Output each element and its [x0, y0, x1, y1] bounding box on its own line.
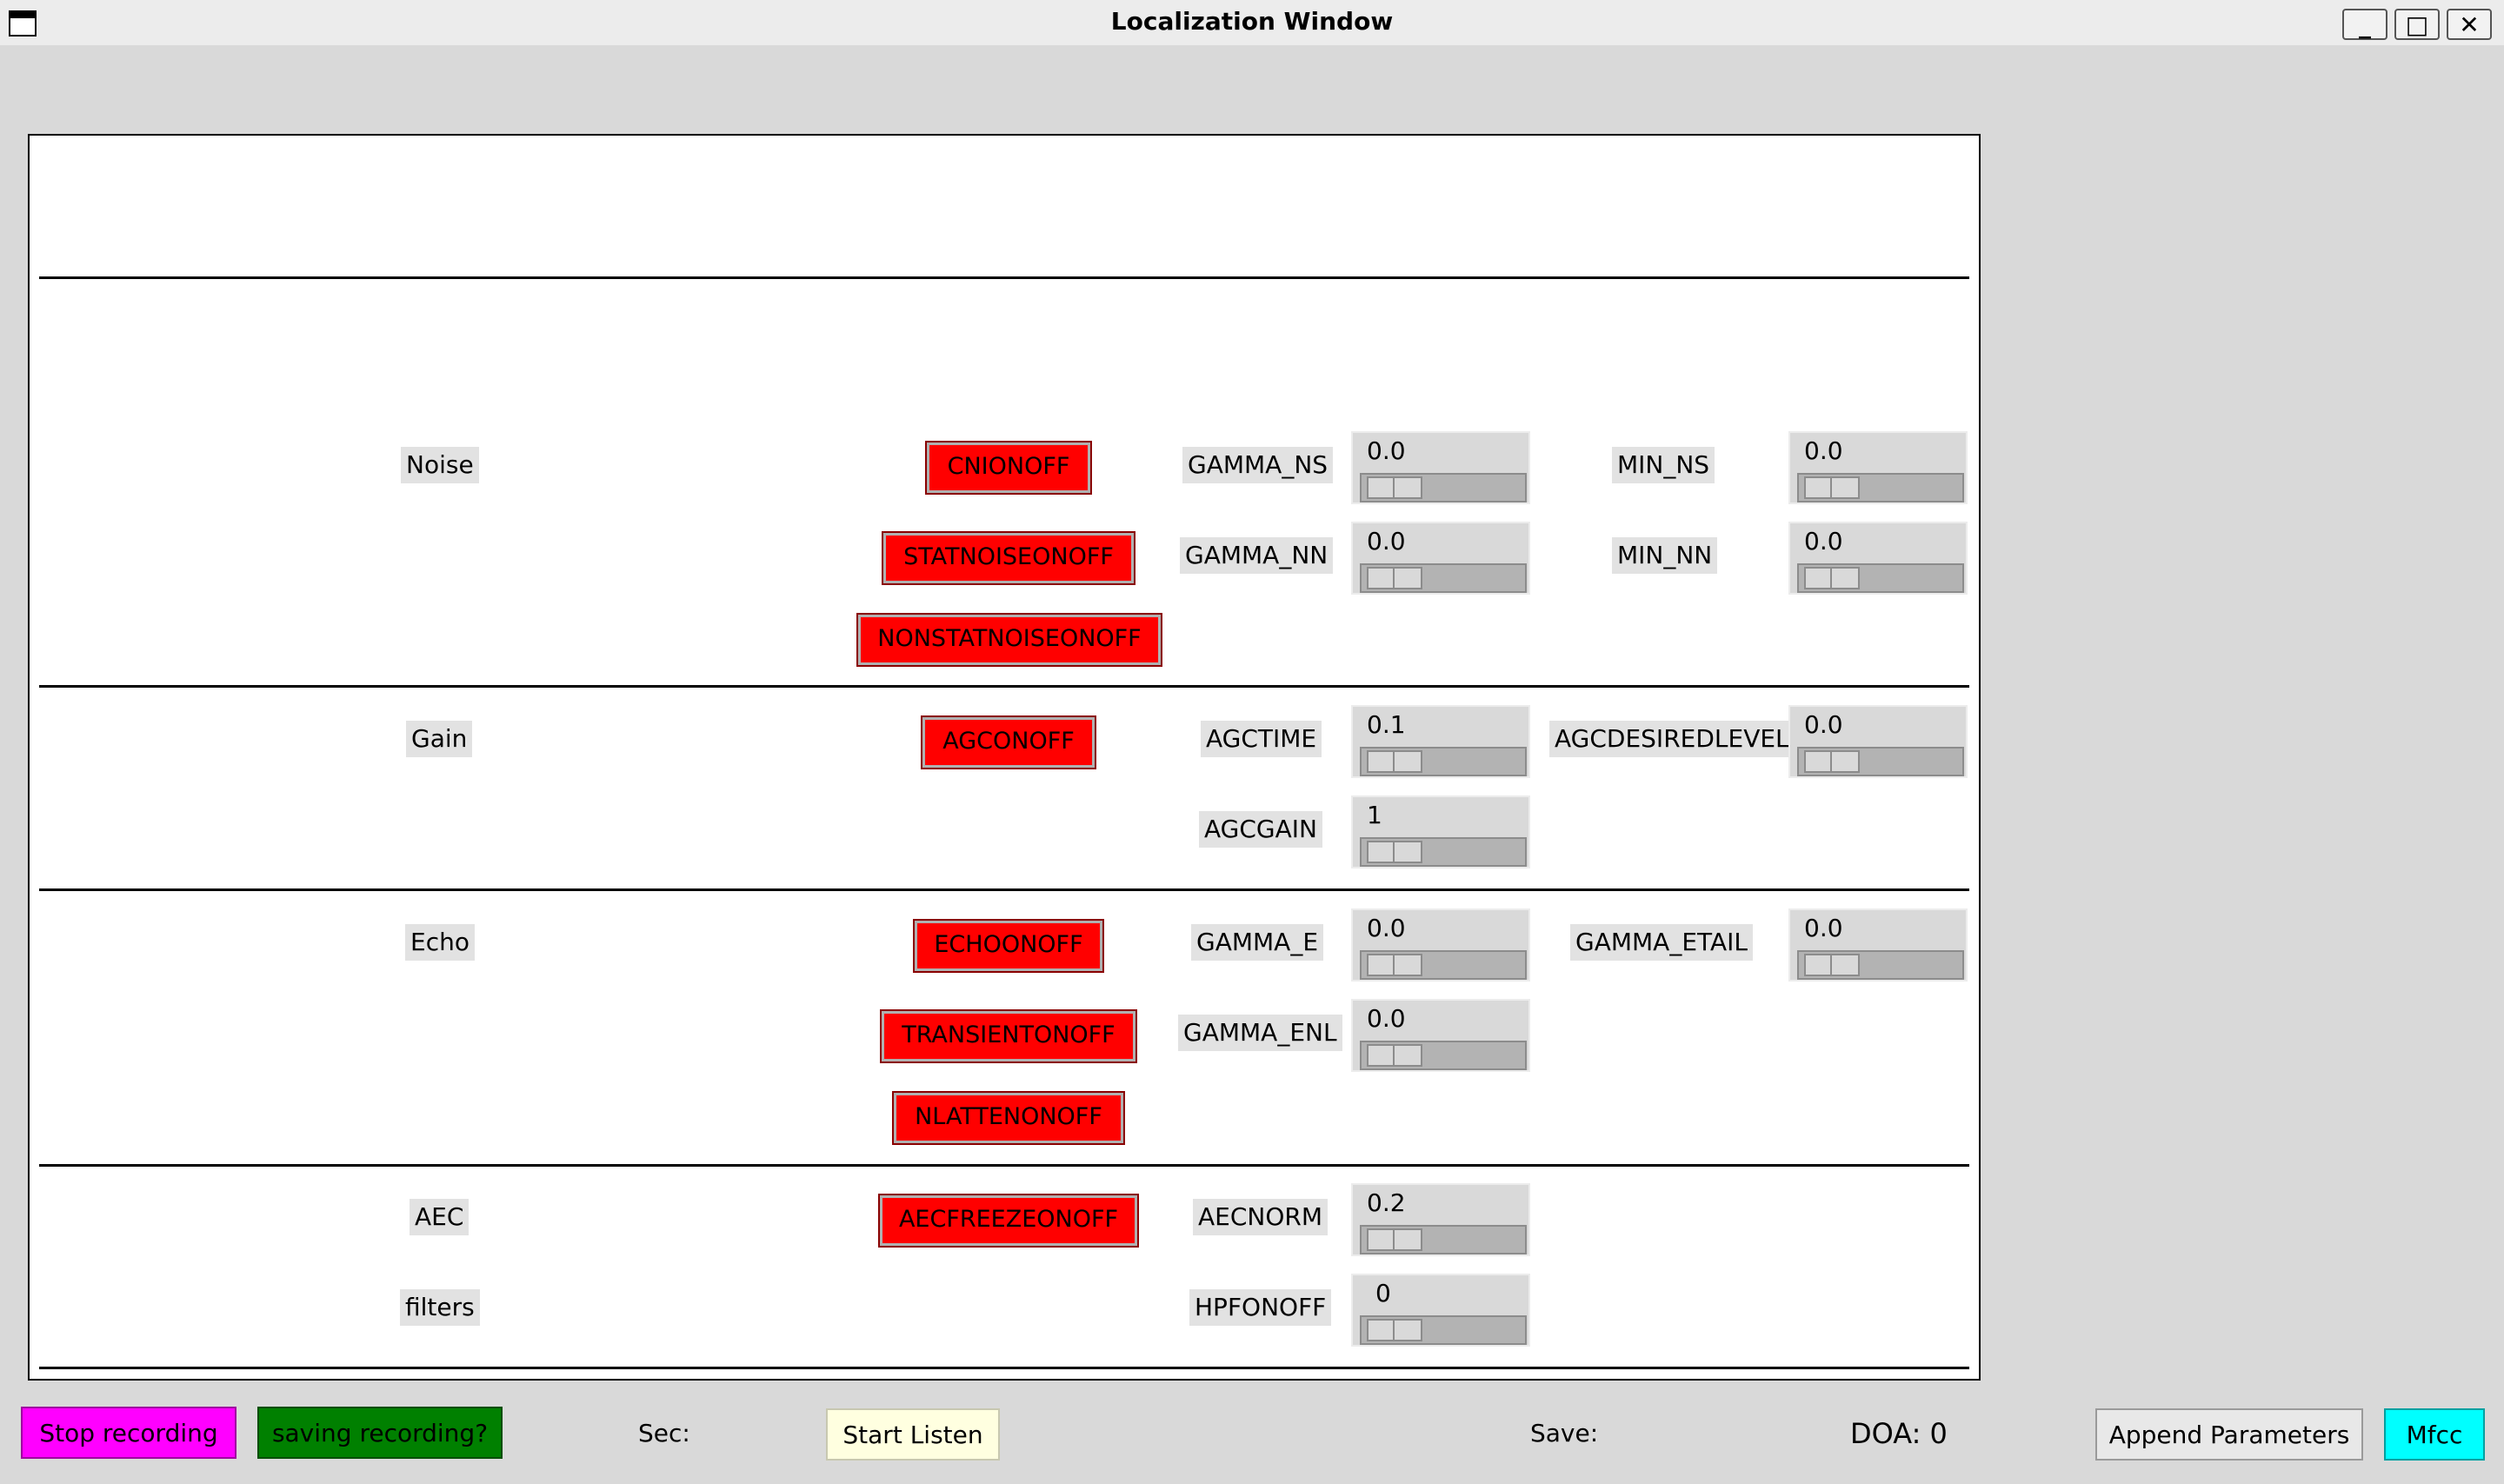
window-title: Localization Window: [1110, 7, 1394, 36]
slider-trough[interactable]: [1360, 563, 1527, 593]
slider-trough[interactable]: [1360, 1041, 1527, 1070]
aecnorm-label: AECNORM: [1193, 1199, 1328, 1235]
slider-trough[interactable]: [1797, 563, 1964, 593]
agcdesiredlevel-slider[interactable]: 0.0: [1788, 705, 1968, 778]
slider-trough[interactable]: [1360, 473, 1527, 502]
agconoff-button[interactable]: AGCONOFF: [921, 715, 1096, 769]
aecnorm-slider[interactable]: 0.2: [1351, 1183, 1530, 1256]
mfcc-button[interactable]: Mfcc: [2384, 1408, 2485, 1461]
hpfonoff-slider[interactable]: 0: [1351, 1274, 1530, 1347]
section-label-gain: Gain: [406, 721, 473, 757]
slider-trough[interactable]: [1360, 837, 1527, 867]
saving-recording-button[interactable]: saving recording?: [257, 1407, 503, 1459]
slider-handle[interactable]: [1367, 1319, 1422, 1341]
gamma-e-value: 0.0: [1367, 914, 1406, 942]
slider-handle[interactable]: [1804, 476, 1860, 499]
min-ns-slider[interactable]: 0.0: [1788, 431, 1968, 504]
agctime-slider[interactable]: 0.1: [1351, 705, 1530, 778]
gamma-enl-slider[interactable]: 0.0: [1351, 999, 1530, 1072]
slider-handle[interactable]: [1804, 567, 1860, 589]
append-parameters-button[interactable]: Append Parameters: [2095, 1408, 2363, 1461]
cnionoff-button[interactable]: CNIONOFF: [925, 441, 1092, 495]
statnoiseonoff-button[interactable]: STATNOISEONOFF: [882, 531, 1135, 585]
stop-recording-button[interactable]: Stop recording: [21, 1407, 236, 1459]
agcgain-slider[interactable]: 1: [1351, 795, 1530, 868]
slider-handle[interactable]: [1367, 1228, 1422, 1251]
min-nn-value: 0.0: [1804, 527, 1843, 556]
slider-trough[interactable]: [1360, 1225, 1527, 1254]
agcgain-value: 1: [1367, 801, 1382, 829]
divider: [39, 685, 1969, 688]
gamma-etail-value: 0.0: [1804, 914, 1843, 942]
echoonoff-button[interactable]: ECHOONOFF: [913, 919, 1104, 973]
slider-handle[interactable]: [1804, 954, 1860, 976]
min-ns-value: 0.0: [1804, 436, 1843, 465]
min-nn-label: MIN_NN: [1612, 537, 1718, 574]
gamma-ns-value: 0.0: [1367, 436, 1406, 465]
gamma-etail-slider[interactable]: 0.0: [1788, 908, 1968, 982]
close-button[interactable]: ✕: [2447, 9, 2492, 40]
gamma-nn-value: 0.0: [1367, 527, 1406, 556]
agcdesiredlevel-value: 0.0: [1804, 710, 1843, 739]
gamma-etail-label: GAMMA_ETAIL: [1570, 924, 1753, 961]
slider-handle[interactable]: [1804, 750, 1860, 773]
gamma-enl-label: GAMMA_ENL: [1178, 1015, 1342, 1051]
save-label: Save:: [1530, 1419, 1599, 1447]
section-label-aec: AEC: [410, 1199, 470, 1235]
slider-trough[interactable]: [1797, 747, 1964, 776]
slider-handle[interactable]: [1367, 567, 1422, 589]
divider: [39, 888, 1969, 891]
section-label-echo: Echo: [405, 924, 475, 961]
gamma-ns-label: GAMMA_NS: [1182, 447, 1334, 483]
slider-trough[interactable]: [1797, 950, 1964, 980]
hpfonoff-label: HPFONOFF: [1189, 1289, 1332, 1326]
sec-label: Sec:: [638, 1419, 690, 1447]
agctime-value: 0.1: [1367, 710, 1406, 739]
agcdesiredlevel-label: AGCDESIREDLEVEL: [1549, 721, 1795, 757]
nlattenonoff-button[interactable]: NLATTENONOFF: [892, 1091, 1125, 1145]
slider-trough[interactable]: [1797, 473, 1964, 502]
agcgain-label: AGCGAIN: [1199, 811, 1322, 848]
agctime-label: AGCTIME: [1201, 721, 1322, 757]
divider: [39, 1164, 1969, 1167]
gamma-e-label: GAMMA_E: [1191, 924, 1324, 961]
slider-trough[interactable]: [1360, 747, 1527, 776]
gamma-e-slider[interactable]: 0.0: [1351, 908, 1530, 982]
slider-handle[interactable]: [1367, 954, 1422, 976]
slider-handle[interactable]: [1367, 476, 1422, 499]
transientonoff-button[interactable]: TRANSIENTONOFF: [880, 1009, 1137, 1063]
gamma-ns-slider[interactable]: 0.0: [1351, 431, 1530, 504]
nonstatnoiseonoff-button[interactable]: NONSTATNOISEONOFF: [856, 613, 1162, 667]
maximize-button[interactable]: □: [2394, 9, 2440, 40]
min-ns-label: MIN_NS: [1612, 447, 1715, 483]
gamma-enl-value: 0.0: [1367, 1004, 1406, 1033]
section-label-noise: Noise: [401, 447, 479, 483]
slider-handle[interactable]: [1367, 841, 1422, 863]
slider-trough[interactable]: [1360, 950, 1527, 980]
slider-handle[interactable]: [1367, 1044, 1422, 1067]
min-nn-slider[interactable]: 0.0: [1788, 522, 1968, 595]
start-listen-button[interactable]: Start Listen: [826, 1408, 1000, 1461]
aecfreezeonoff-button[interactable]: AECFREEZEONOFF: [878, 1194, 1139, 1248]
gamma-nn-slider[interactable]: 0.0: [1351, 522, 1530, 595]
divider: [39, 1367, 1969, 1369]
gamma-nn-label: GAMMA_NN: [1180, 537, 1334, 574]
slider-handle[interactable]: [1367, 750, 1422, 773]
minimize-button[interactable]: _: [2342, 9, 2387, 40]
aecnorm-value: 0.2: [1367, 1188, 1406, 1217]
section-label-filters: filters: [400, 1289, 480, 1326]
divider: [39, 276, 1969, 279]
slider-trough[interactable]: [1360, 1315, 1527, 1345]
doa-readout: DOA: 0: [1850, 1417, 1948, 1450]
hpfonoff-value: 0: [1375, 1279, 1391, 1308]
